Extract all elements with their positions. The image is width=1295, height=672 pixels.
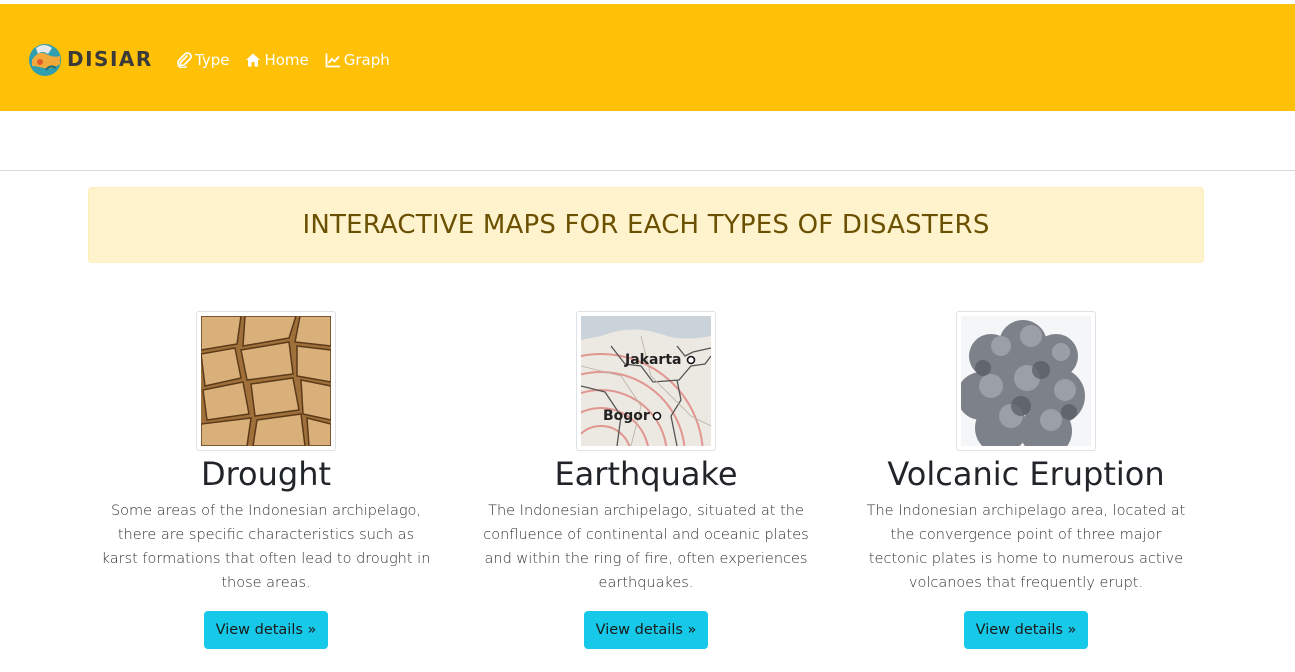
earthquake-map-image: Jakarta Bogor bbox=[581, 316, 711, 446]
nav-item-type[interactable]: Type bbox=[176, 51, 229, 69]
line-chart-icon bbox=[325, 53, 340, 68]
brand[interactable]: DISIAR bbox=[26, 40, 153, 78]
map-label-jakarta: Jakarta bbox=[624, 352, 681, 368]
nav-links: Type Home Graph bbox=[176, 51, 406, 69]
card-earthquake: Jakarta Bogor Earthquake The Indonesian … bbox=[466, 311, 826, 649]
top-navbar: DISIAR Type Home Graph bbox=[0, 4, 1295, 111]
paperclip-icon bbox=[177, 52, 192, 68]
card-thumbnail bbox=[196, 311, 336, 451]
card-drought: Drought Some areas of the Indonesian arc… bbox=[86, 311, 446, 649]
section-divider bbox=[0, 170, 1295, 171]
card-thumbnail: Jakarta Bogor bbox=[576, 311, 716, 451]
volcanic-ash-image bbox=[961, 316, 1091, 446]
brand-logo-icon bbox=[29, 44, 61, 76]
brand-name: DISIAR bbox=[67, 47, 153, 71]
banner-title: INTERACTIVE MAPS FOR EACH TYPES OF DISAS… bbox=[302, 210, 990, 240]
card-volcanic-eruption: Volcanic Eruption The Indonesian archipe… bbox=[846, 311, 1206, 649]
home-icon bbox=[246, 53, 261, 67]
card-title: Earthquake bbox=[554, 455, 738, 493]
nav-item-label: Home bbox=[264, 51, 309, 69]
card-thumbnail bbox=[956, 311, 1096, 451]
card-title: Drought bbox=[200, 455, 332, 493]
banner: INTERACTIVE MAPS FOR EACH TYPES OF DISAS… bbox=[88, 187, 1204, 263]
card-description: Some areas of the Indonesian archipelago… bbox=[101, 503, 431, 591]
cracked-earth-image bbox=[201, 316, 331, 446]
view-details-button[interactable]: View details » bbox=[583, 611, 709, 649]
card-description: The Indonesian archipelago, situated at … bbox=[483, 503, 809, 591]
map-label-bogor: Bogor bbox=[603, 408, 650, 424]
nav-item-graph[interactable]: Graph bbox=[325, 51, 390, 69]
nav-item-home[interactable]: Home bbox=[245, 51, 309, 69]
view-details-button[interactable]: View details » bbox=[203, 611, 329, 649]
nav-item-label: Type bbox=[195, 51, 230, 69]
view-details-button[interactable]: View details » bbox=[963, 611, 1089, 649]
nav-item-label: Graph bbox=[343, 51, 390, 69]
card-description: The Indonesian archipelago area, located… bbox=[866, 503, 1186, 591]
card-title: Volcanic Eruption bbox=[887, 455, 1165, 493]
